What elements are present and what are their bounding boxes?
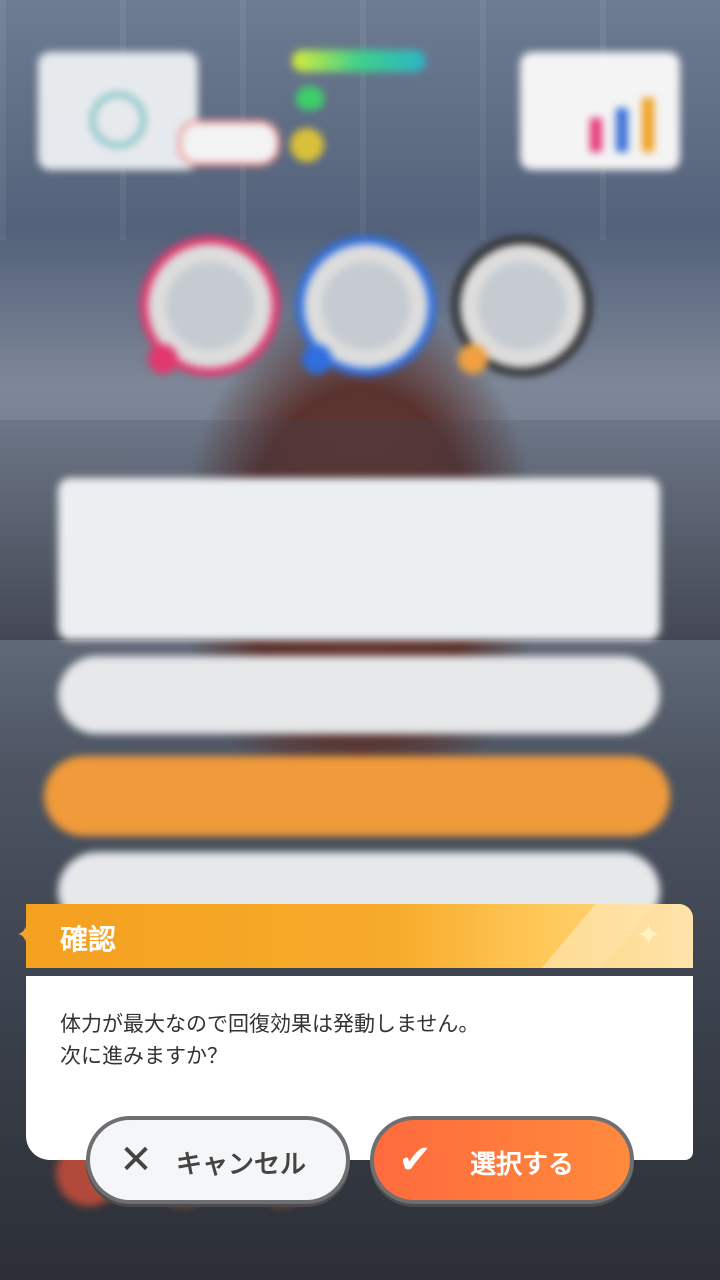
coin-icon [290, 128, 324, 162]
top-left-card [38, 52, 198, 170]
stat-dot [458, 344, 488, 374]
stat-dot [302, 344, 332, 374]
top-left-badge [178, 120, 280, 166]
star-icon: ✦ [16, 923, 35, 948]
confirm-button-label: 選択する [470, 1150, 575, 1180]
top-right-card [520, 52, 680, 170]
close-icon: ✕ [119, 1137, 153, 1183]
rank-badge [166, 262, 254, 350]
bar-icon [616, 108, 628, 152]
dialog-title: 確認 [60, 923, 117, 956]
cancel-button-label: キャンセル [176, 1150, 307, 1180]
dialog-message-line: 体力が最大なので回復効果は発動しません。 [60, 1012, 480, 1036]
rank-badge [322, 262, 410, 350]
choice-option [44, 756, 670, 836]
dialog-message-line: 次に進みますか？ [60, 1044, 228, 1068]
dialog-header: 確認 ✦ [26, 904, 693, 968]
settings-icon [90, 92, 146, 148]
confirm-button[interactable]: ✔ 選択する [370, 1116, 634, 1204]
stamina-bar [292, 50, 426, 72]
check-icon: ✔ [398, 1137, 432, 1183]
cancel-button[interactable]: ✕ キャンセル [86, 1116, 350, 1204]
bar-icon [642, 98, 654, 152]
description-panel [58, 478, 660, 640]
stat-dot [148, 344, 178, 374]
dialog-message: 体力が最大なので回復効果は発動しません。 次に進みますか？ [60, 1008, 479, 1072]
choice-option [58, 656, 660, 734]
sparkle-icon: ✦ [636, 918, 662, 953]
rank-badge [478, 262, 566, 350]
heart-icon [296, 86, 324, 110]
bar-icon [590, 118, 602, 152]
